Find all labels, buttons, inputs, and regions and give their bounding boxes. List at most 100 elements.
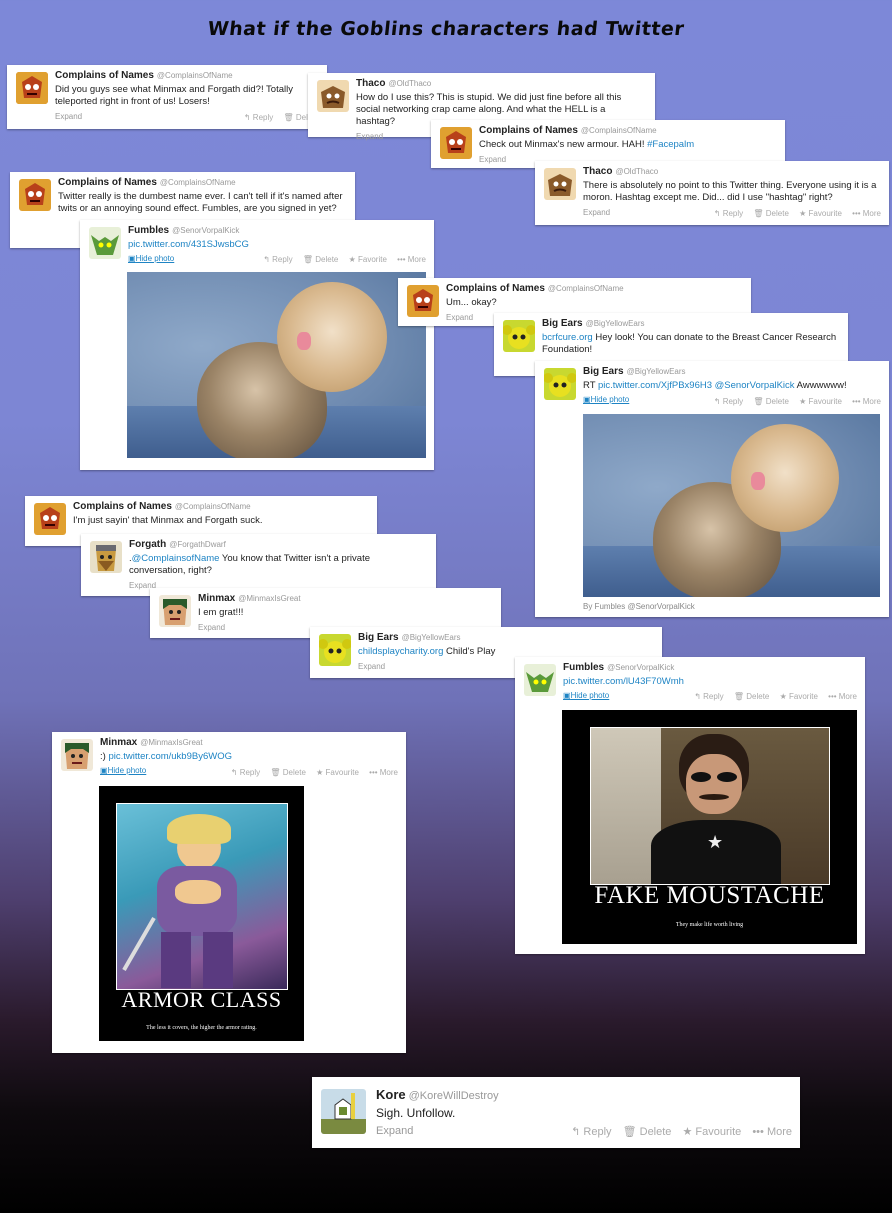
favorite-button[interactable]: ★ Favourite: [799, 209, 842, 218]
avatar-complains[interactable]: [19, 179, 51, 211]
url-link[interactable]: childsplaycharity.org: [358, 646, 443, 657]
favorite-button[interactable]: ★ Favourite: [316, 768, 359, 777]
reply-button[interactable]: ↰ Reply: [714, 209, 743, 218]
reply-button[interactable]: ↰ Reply: [714, 397, 743, 406]
avatar-bigears[interactable]: [544, 368, 576, 400]
more-button[interactable]: ••• More: [397, 255, 426, 264]
reply-button[interactable]: ↰ Reply: [694, 692, 723, 701]
tweet-author[interactable]: Complains of Names: [73, 501, 172, 512]
avatar-complains[interactable]: [407, 285, 439, 317]
avatar-forgath[interactable]: [90, 541, 122, 573]
reply-button[interactable]: ↰ Reply: [571, 1126, 611, 1138]
tweet-handle[interactable]: @KoreWillDestroy: [409, 1090, 499, 1102]
expand-link[interactable]: Expand: [479, 154, 506, 166]
expand-link[interactable]: Expand: [356, 131, 383, 143]
tweet-handle[interactable]: @ForgathDwarf: [169, 540, 226, 549]
pic-link[interactable]: pic.twitter.com/XjfPBx96H3: [598, 380, 712, 391]
avatar-minmax[interactable]: [159, 595, 191, 627]
delete-button[interactable]: 🗑 Delete: [623, 1126, 672, 1138]
tweet-author[interactable]: Thaco: [356, 78, 385, 89]
reply-button[interactable]: ↰ Reply: [231, 768, 260, 777]
more-button[interactable]: ••• More: [369, 768, 398, 777]
expand-link[interactable]: Expand: [55, 111, 82, 123]
favorite-button[interactable]: ★ Favourite: [799, 397, 842, 406]
tweet-author[interactable]: Big Ears: [583, 366, 624, 377]
hide-photo-link[interactable]: Hide photo: [100, 765, 147, 777]
tweet-handle[interactable]: @MinmaxIsGreat: [140, 738, 202, 747]
expand-link[interactable]: Expand: [198, 622, 225, 634]
tweet-author[interactable]: Forgath: [129, 539, 166, 550]
tweet-handle[interactable]: @OldThaco: [615, 167, 658, 176]
more-button[interactable]: ••• More: [852, 397, 881, 406]
tweet-author[interactable]: Fumbles: [128, 225, 169, 236]
expand-link[interactable]: Expand: [376, 1124, 413, 1139]
delete-button[interactable]: 🗑 Delete: [753, 209, 789, 218]
tweet-author[interactable]: Complains of Names: [58, 177, 157, 188]
tweet-author[interactable]: Kore: [376, 1087, 406, 1102]
tweet-author[interactable]: Big Ears: [542, 318, 583, 329]
tweet-author[interactable]: Fumbles: [563, 662, 604, 673]
mention-link[interactable]: @SenorVorpalKick: [712, 380, 795, 391]
tweet-author[interactable]: Minmax: [198, 593, 235, 604]
tweet-handle[interactable]: @BigYellowEars: [627, 367, 686, 376]
tweet-text: :) pic.twitter.com/ukb9By6WOG: [100, 751, 232, 762]
reply-button[interactable]: ↰ Reply: [244, 113, 273, 122]
url-link[interactable]: bcrfcure.org: [542, 332, 593, 343]
avatar-kore[interactable]: [321, 1089, 366, 1134]
avatar-minmax[interactable]: [61, 739, 93, 771]
tweet-handle[interactable]: @ComplainsOfName: [160, 178, 236, 187]
mention-link[interactable]: @ComplainsofName: [132, 553, 220, 564]
more-button[interactable]: ••• More: [852, 209, 881, 218]
photo-byline: By Fumbles @SenorVorpalKick: [583, 602, 695, 611]
delete-button[interactable]: 🗑 Delete: [734, 692, 770, 701]
favorite-button[interactable]: ★ Favourite: [682, 1126, 741, 1138]
pic-link[interactable]: pic.twitter.com/lU43F70Wmh: [563, 676, 684, 687]
tweet-author[interactable]: Complains of Names: [446, 283, 545, 294]
pic-link[interactable]: pic.twitter.com/ukb9By6WOG: [108, 751, 232, 762]
tweet-author[interactable]: Complains of Names: [55, 70, 154, 81]
hide-photo-link[interactable]: Hide photo: [128, 253, 175, 265]
tweet-author[interactable]: Big Ears: [358, 632, 399, 643]
avatar-bigears[interactable]: [319, 634, 351, 666]
avatar-fumbles[interactable]: [524, 664, 556, 696]
favorite-button[interactable]: ★ Favorite: [780, 692, 818, 701]
hashtag-link[interactable]: #Facepalm: [647, 139, 694, 150]
hide-photo-link[interactable]: Hide photo: [583, 394, 630, 406]
favorite-button[interactable]: ★ Favorite: [349, 255, 387, 264]
avatar-complains[interactable]: [16, 72, 48, 104]
delete-button[interactable]: 🗑 Delete: [270, 768, 306, 777]
expand-link[interactable]: Expand: [358, 661, 385, 673]
tweet-handle[interactable]: @BigYellowEars: [402, 633, 461, 642]
tweet-handle[interactable]: @MinmaxIsGreat: [238, 594, 300, 603]
avatar-thaco[interactable]: [317, 80, 349, 112]
tweet-handle[interactable]: @ComplainsOfName: [157, 71, 233, 80]
kitten-photo[interactable]: [583, 414, 880, 597]
avatar-complains[interactable]: [34, 503, 66, 535]
avatar-bigears[interactable]: [503, 320, 535, 352]
hide-photo-link[interactable]: Hide photo: [563, 690, 610, 702]
tweet-handle[interactable]: @ComplainsOfName: [581, 126, 657, 135]
armor-poster[interactable]: ARMOR CLASS The less it covers, the high…: [99, 786, 304, 1041]
tweet-author[interactable]: Minmax: [100, 737, 137, 748]
avatar-fumbles[interactable]: [89, 227, 121, 259]
tweet-handle[interactable]: @SenorVorpalKick: [172, 226, 239, 235]
delete-button[interactable]: 🗑 Delete: [753, 397, 789, 406]
kitten-photo[interactable]: [127, 272, 426, 458]
avatar-complains[interactable]: [440, 127, 472, 159]
expand-link[interactable]: Expand: [446, 312, 473, 324]
pic-link[interactable]: pic.twitter.com/431SJwsbCG: [128, 239, 249, 250]
tweet-handle[interactable]: @BigYellowEars: [586, 319, 645, 328]
tweet-handle[interactable]: @OldThaco: [388, 79, 431, 88]
reply-button[interactable]: ↰ Reply: [263, 255, 292, 264]
more-button[interactable]: ••• More: [752, 1126, 792, 1138]
moustache-poster[interactable]: ★ FAKE MOUSTACHE They make life worth li…: [562, 710, 857, 944]
delete-button[interactable]: 🗑 Delete: [303, 255, 339, 264]
tweet-author[interactable]: Thaco: [583, 166, 612, 177]
tweet-author[interactable]: Complains of Names: [479, 125, 578, 136]
tweet-handle[interactable]: @ComplainsOfName: [548, 284, 624, 293]
expand-link[interactable]: Expand: [583, 207, 610, 219]
tweet-handle[interactable]: @SenorVorpalKick: [607, 663, 674, 672]
more-button[interactable]: ••• More: [828, 692, 857, 701]
avatar-thaco[interactable]: [544, 168, 576, 200]
tweet-handle[interactable]: @ComplainsOfName: [175, 502, 251, 511]
